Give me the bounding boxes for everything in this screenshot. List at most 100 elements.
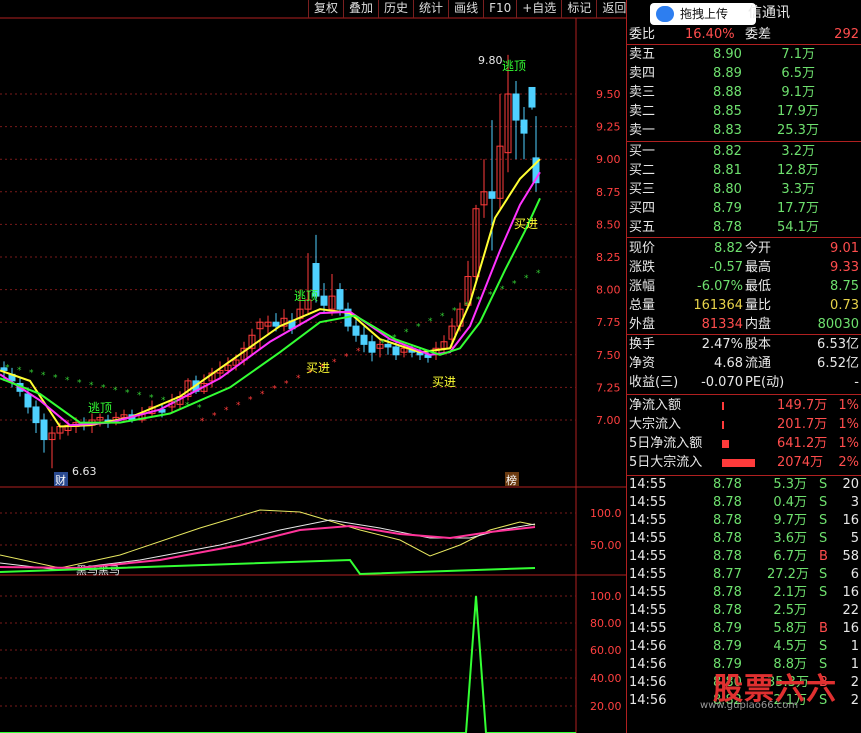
separator	[627, 334, 861, 335]
stat-label: 外盘	[629, 317, 656, 332]
upload-label: 拖拽上传	[680, 7, 729, 21]
list-tag-label: 榜	[506, 473, 517, 487]
support-marker: *	[113, 386, 118, 396]
weicha-value: 292	[834, 27, 859, 42]
escape-top-label: 逃顶	[502, 59, 526, 73]
ask-price: 8.85	[713, 104, 742, 119]
tick-volume: 6.7万	[773, 549, 807, 564]
support-marker: *	[173, 398, 178, 408]
tick-side: S	[819, 513, 828, 528]
vol-tick-label: 20.00	[590, 700, 622, 713]
stat-label: 今开	[745, 241, 772, 256]
tick-count: 16	[842, 585, 859, 600]
resistance-marker: *	[296, 374, 301, 384]
high-price-label: 9.80	[478, 54, 503, 67]
bid-volume: 12.8万	[777, 163, 819, 178]
bid-label: 买二	[629, 163, 656, 178]
tick-volume: 4.5万	[773, 639, 807, 654]
toolbar-mark[interactable]: 标记	[561, 0, 596, 18]
price-tick-label: 7.00	[596, 414, 621, 427]
resistance-marker: *	[260, 390, 265, 400]
toolbar-fuquan[interactable]: 复权	[308, 0, 343, 18]
bid-label: 买五	[629, 220, 656, 235]
stat-value: 2.47%	[701, 337, 743, 352]
tick-count: 3	[850, 495, 859, 510]
vol-tick-label: 60.00	[590, 644, 622, 657]
toolbar-f10[interactable]: F10	[483, 0, 516, 18]
toolbar-stats[interactable]: 统计	[413, 0, 448, 18]
tick-price: 8.79	[713, 639, 742, 654]
price-tick-label: 8.00	[596, 284, 621, 297]
stat-value: 4.68	[714, 356, 743, 371]
stat-value: -6.07%	[697, 279, 743, 294]
support-marker: *	[452, 306, 457, 316]
ask-label: 卖三	[629, 85, 656, 100]
weibi-value: 16.40%	[685, 27, 735, 42]
candle-body	[24, 393, 32, 408]
stat-value: -0.070	[701, 375, 743, 390]
tick-volume: 5.3万	[773, 477, 807, 492]
flow-value: 149.7万	[777, 398, 828, 413]
price-tick-label: 8.75	[596, 186, 621, 199]
support-marker: *	[500, 285, 505, 295]
toolbar-overlay[interactable]: 叠加	[343, 0, 378, 18]
bid-label: 买四	[629, 201, 656, 216]
tick-volume: 3.6万	[773, 531, 807, 546]
stat-value: 8.82	[714, 241, 743, 256]
bid-price: 8.78	[713, 220, 742, 235]
candle-body	[488, 191, 496, 199]
stat-label: 最低	[745, 279, 772, 294]
tick-side: S	[819, 639, 828, 654]
resistance-marker: *	[332, 358, 337, 368]
tick-price: 8.79	[713, 621, 742, 636]
tick-count: 6	[850, 567, 859, 582]
tick-price: 8.78	[713, 495, 742, 510]
price-tick-label: 9.50	[596, 88, 621, 101]
tick-time: 14:56	[629, 693, 667, 708]
support-marker: *	[404, 328, 409, 338]
candle-body	[336, 289, 344, 310]
tick-time: 14:55	[629, 567, 667, 582]
price-tick-label: 8.50	[596, 218, 621, 231]
resistance-marker: *	[344, 352, 349, 362]
price-tick-label: 8.25	[596, 251, 621, 264]
low-price-label: 6.63	[72, 465, 97, 478]
macd-tick-label: 50.00	[590, 539, 622, 552]
support-marker: *	[512, 280, 517, 290]
toolbar-add-watch[interactable]: +自选	[516, 0, 561, 18]
kline-chart[interactable]: 9.50 9.25 9.00 8.75 8.50 8.25 8.00 7.75 7.50 7.25…	[0, 0, 626, 733]
ask-label: 卖二	[629, 104, 656, 119]
ask-volume: 9.1万	[781, 85, 815, 100]
support-marker: *	[5, 363, 10, 373]
tick-volume: 2.1万	[773, 585, 807, 600]
tick-volume: 5.8万	[773, 621, 807, 636]
tick-count: 16	[842, 621, 859, 636]
macd-tick-label: 100.0	[590, 507, 622, 520]
support-marker: *	[41, 371, 46, 381]
ask-label: 卖一	[629, 123, 656, 138]
tick-price: 8.78	[713, 531, 742, 546]
stat-label: 现价	[629, 241, 656, 256]
tick-volume: 2.5万	[773, 603, 807, 618]
flow-bar	[722, 459, 755, 467]
support-marker: *	[392, 333, 397, 343]
tick-time: 14:56	[629, 639, 667, 654]
support-marker: *	[137, 391, 142, 401]
ask-volume: 17.9万	[777, 104, 819, 119]
toolbar-history[interactable]: 历史	[378, 0, 413, 18]
flow-label: 净流入额	[629, 398, 682, 413]
tick-time: 14:55	[629, 513, 667, 528]
stat-value: 9.33	[830, 260, 859, 275]
tick-time: 14:55	[629, 603, 667, 618]
upload-button[interactable]: 拖拽上传	[650, 3, 756, 25]
toolbar-draw[interactable]: 画线	[448, 0, 483, 18]
candle-body	[360, 334, 368, 345]
support-marker: *	[440, 312, 445, 322]
stat-value: 8.75	[830, 279, 859, 294]
support-marker: *	[53, 373, 58, 383]
price-tick-label: 9.00	[596, 153, 621, 166]
vol-tick-label: 80.00	[590, 617, 622, 630]
support-marker: *	[428, 317, 433, 327]
stat-value: -	[854, 375, 859, 390]
flow-bar	[722, 440, 730, 448]
